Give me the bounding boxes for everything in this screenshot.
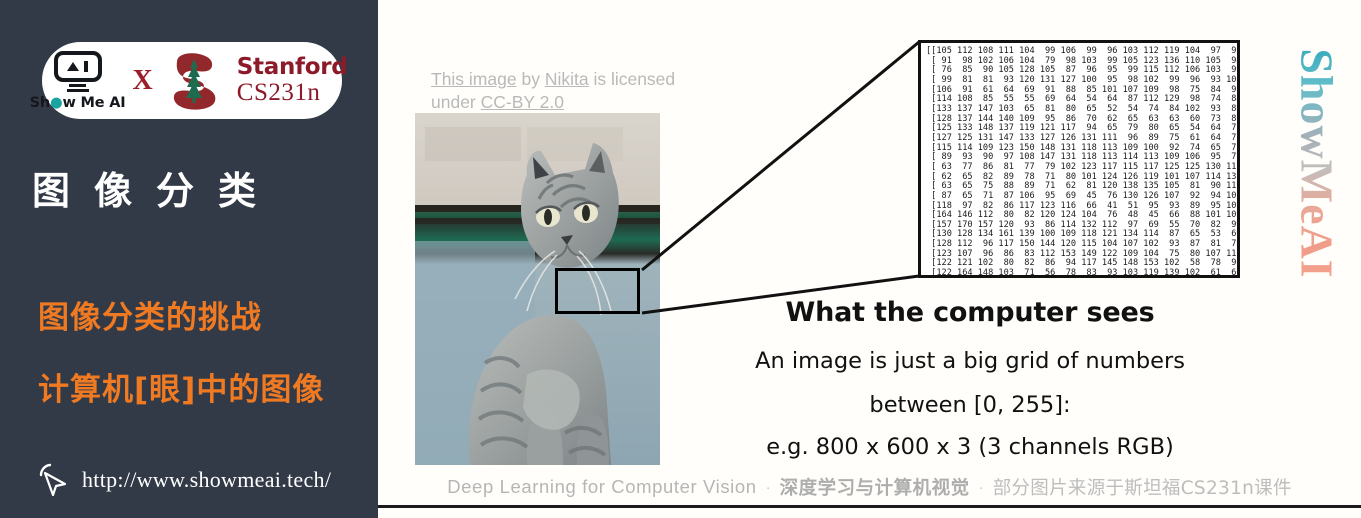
caption-line-2: between [0, 255]: [869,392,1071,418]
credit-author-link[interactable]: Nikita [545,69,589,89]
credit-by-text: by [516,69,545,89]
sidebar-heading-challenge: 图像分类的挑战 [38,300,262,336]
bar-icon [84,60,89,72]
stanford-tree-logo [167,50,221,112]
credit-license-link[interactable]: CC-BY 2.0 [481,92,564,112]
footer-separator-2: · [978,478,984,496]
monitor-base-icon [66,88,89,92]
footer-separator-1: · [765,478,771,496]
footer-divider [378,505,1361,508]
course-code-label: CS231n [236,79,321,107]
x-separator: X [132,64,153,96]
stanford-label: Stanford [236,53,348,80]
sidebar: Sh●w Me AI X Stanford CS231n 图像分类 图像分类的挑… [0,0,378,518]
course-badge: Sh●w Me AI X Stanford CS231n [30,42,348,119]
click-pointer-icon [39,463,67,497]
caption-line-1: An image is just a big grid of numbers [755,348,1185,374]
site-url-label[interactable]: http://www.showmeai.tech/ [82,467,331,493]
caption-title: What the computer sees [785,297,1155,328]
footer-english: Deep Learning for Computer Vision [447,476,757,497]
footer-chinese-source: 部分图片来源于斯坦福CS231n课件 [992,478,1292,499]
sidebar-heading-computer-vision: 计算机[眼]中的图像 [38,372,325,408]
caption-line-3: e.g. 800 x 600 x 3 (3 channels RGB) [766,434,1174,460]
showmeai-wordmark: Sh●w Me AI [29,94,126,111]
monitor-icon [53,50,102,82]
pixel-value-grid: [[105 112 108 111 104 99 106 99 96 103 1… [918,40,1240,278]
caret-up-icon [67,61,80,71]
pixel-grid-text: [[105 112 108 111 104 99 106 99 96 103 1… [926,46,1237,278]
slide-root: Sh●w Me AI X Stanford CS231n 图像分类 图像分类的挑… [0,0,1361,518]
image-credit: This image by Nikita is licensed under C… [431,68,681,114]
footer-chinese-bold: 深度学习与计算机视觉 [779,478,970,499]
stanford-course-text: Stanford CS231n [236,53,348,107]
page-title: 图像分类 [32,169,281,213]
showmeai-logo: Sh●w Me AI [30,50,126,111]
showmeai-watermark: ShowMeAI [1262,18,1361,308]
site-url-row[interactable]: http://www.showmeai.tech/ [36,462,331,498]
credit-image-link[interactable]: This image [431,69,517,89]
footer-bar: Deep Learning for Computer Vision · 深度学习… [378,470,1361,504]
monitor-stand-icon [69,83,87,87]
showmeai-watermark-label: ShowMeAI [1291,47,1343,279]
